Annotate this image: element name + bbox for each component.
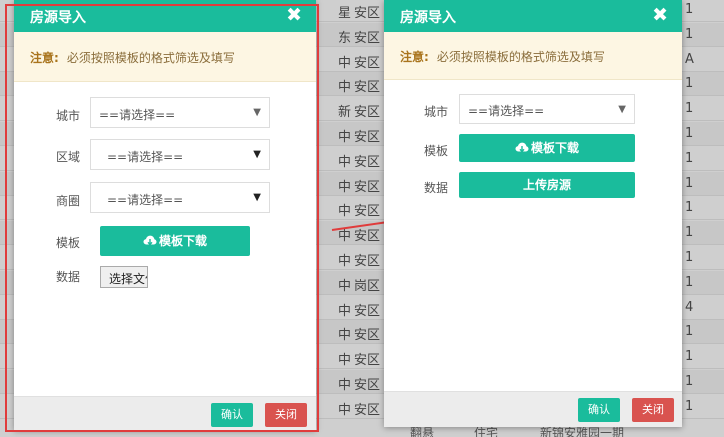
table-cell: 安区 [354,154,381,170]
table-cell: 1 [685,225,694,241]
template-download-label: 模板下载 [530,141,579,155]
table-cell: 中 [338,378,352,393]
table-cell: 中 [338,254,352,269]
cloud-download-icon [515,142,529,153]
table-cell: 东 [338,30,352,46]
upload-listing-button[interactable]: 上传房源 [459,172,635,198]
area-select[interactable]: ==请选择== ▼ [90,182,270,213]
table-cell: 安区 [354,55,381,71]
notice-label: 注意: [400,50,429,64]
table-cell: 中 [338,328,352,344]
table-cell: 中 [338,179,352,195]
notice-banner: 注意: 必须按照模板的格式筛选及填写 [14,32,316,82]
table-cell: 1 [685,349,694,365]
dialog-header: 房源导入 ✖ [14,0,316,32]
table-cell: 1 [685,76,694,92]
table-cell: 中 [338,154,352,170]
template-label: 模板 [56,236,81,250]
table-cell: 1 [685,324,694,340]
city-select[interactable]: ==请选择== ▼ [90,97,270,128]
table-cell: A [685,51,694,67]
table-cell: 中 [338,55,352,71]
table-cell: 安区 [354,378,381,393]
area-select-value: ==请选择== [107,193,184,207]
table-cell: 安区 [354,6,381,21]
table-cell: 中 [338,353,352,369]
city-select-value: ==请选择== [99,108,176,122]
confirm-button[interactable]: 确认 [211,403,253,427]
city-label: 城市 [56,109,81,123]
close-button[interactable]: 关闭 [632,398,674,422]
city-select-value: ==请选择== [468,104,545,118]
data-label: 数据 [424,181,449,195]
dialog-title: 房源导入 [30,10,86,26]
table-cell: 1 [685,150,694,166]
table-cell: 中 [338,303,352,319]
table-cell: 安区 [354,303,381,319]
table-cell: 1 [685,274,694,290]
city-label: 城市 [424,105,449,119]
table-cell: 安区 [354,328,381,344]
table-cell: 新 [338,105,352,121]
template-download-button[interactable]: 模板下载 [100,226,250,256]
table-cell: 4 [685,299,694,315]
table-cell: 中 [338,402,352,418]
table-cell: 1 [685,374,694,389]
table-cell: 中 [338,80,352,96]
close-icon[interactable]: ✖ [286,4,302,26]
notice-text: 必须按照模板的格式筛选及填写 [66,51,235,65]
district-label: 区域 [56,150,81,164]
table-cell: 1 [685,101,694,117]
district-select-value: ==请选择== [107,150,184,164]
table-cell: 中 [338,130,352,145]
chevron-down-icon: ▼ [618,104,626,115]
table-cell: 安区 [354,130,381,145]
dialog-title: 房源导入 [400,10,456,26]
table-cell: 安区 [354,402,381,418]
cloud-download-icon [143,235,157,246]
chevron-down-icon: ▼ [253,192,261,203]
table-cell: 星 [338,6,352,21]
table-cell: 岗区 [354,278,381,294]
table-cell: 1 [685,200,694,216]
close-icon[interactable]: ✖ [652,4,668,26]
template-label: 模板 [424,144,449,158]
file-choose-label: 选择文件 [109,272,147,286]
table-cell: 安区 [354,179,381,195]
table-cell: 中 [338,278,352,294]
dialog-header: 房源导入 ✖ [384,0,682,32]
dialog-footer: 确认 关闭 [384,391,682,427]
close-button[interactable]: 关闭 [265,403,307,427]
table-cell: 1 [685,2,694,17]
template-download-button[interactable]: 模板下载 [459,134,635,162]
table-cell: 安区 [354,254,381,269]
table-cell: 1 [685,250,694,265]
notice-text: 必须按照模板的格式筛选及填写 [436,50,605,64]
data-label: 数据 [56,270,81,284]
city-select[interactable]: ==请选择== ▼ [459,94,635,124]
table-cell: 1 [685,398,694,414]
chevron-down-icon: ▼ [253,107,261,118]
area-label: 商圈 [56,194,81,208]
import-dialog-right: 房源导入 ✖ 注意: 必须按照模板的格式筛选及填写 城市 ==请选择== ▼ 模板… [384,0,682,427]
table-cell: 1 [685,26,694,42]
district-select[interactable]: ==请选择== ▼ [90,139,270,170]
import-dialog-left: 房源导入 ✖ 注意: 必须按照模板的格式筛选及填写 城市 ==请选择== ▼ 区域… [14,0,316,430]
notice-label: 注意: [30,51,59,65]
table-cell: 安区 [354,105,381,121]
dialog-footer: 确认 关闭 [14,396,316,430]
file-choose-button[interactable]: 选择文件 [100,266,148,288]
table-cell: 安区 [354,80,381,96]
table-cell: 1 [685,175,694,191]
table-cell: 1 [685,126,694,141]
confirm-button[interactable]: 确认 [578,398,620,422]
template-download-label: 模板下载 [158,234,207,248]
notice-banner: 注意: 必须按照模板的格式筛选及填写 [384,32,682,80]
table-cell: 安区 [354,30,381,46]
table-cell: 安区 [354,353,381,369]
chevron-down-icon: ▼ [253,149,261,160]
